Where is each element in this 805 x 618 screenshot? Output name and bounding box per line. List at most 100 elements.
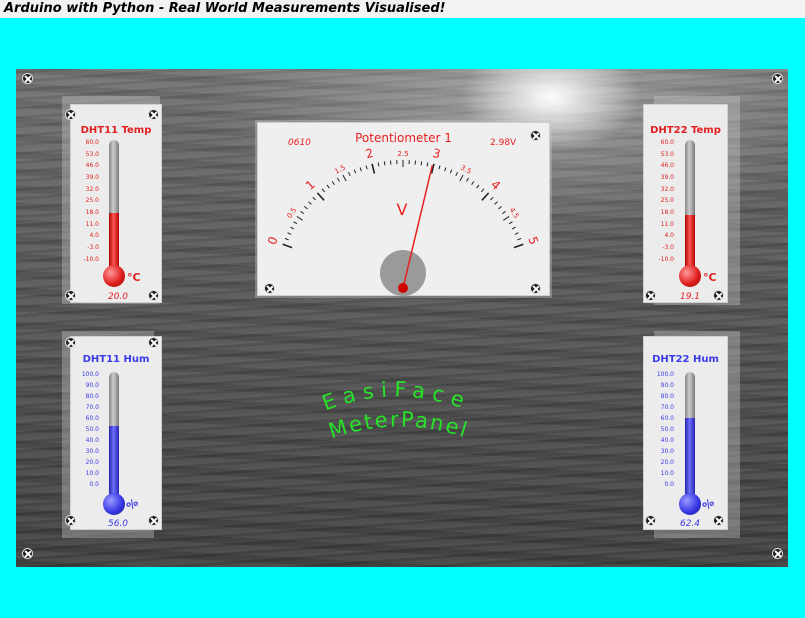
temp-scale: 60.0 53.0 46.0 39.0 32.0 25.0 18.0 11.0 … — [634, 139, 674, 269]
meter-tick — [459, 174, 464, 182]
scale-label: 53.0 — [660, 151, 674, 158]
meter-tick — [455, 171, 458, 177]
logo-line2: MeterPanel — [326, 407, 472, 443]
screw-icon — [65, 109, 76, 120]
thermometer-bulb — [103, 265, 125, 287]
meter-tick — [304, 206, 308, 210]
meter-tick — [293, 221, 298, 225]
meter-tick — [449, 169, 453, 174]
screw-icon — [65, 337, 76, 348]
scale-label: 20.0 — [85, 459, 99, 466]
meter-tick — [365, 165, 368, 170]
scale-label: 18.0 — [660, 209, 674, 216]
meter-tick — [444, 167, 447, 172]
meter-tick — [342, 174, 347, 182]
unit-label: % — [124, 495, 141, 514]
meter-tick — [471, 181, 475, 185]
meter-tick — [308, 201, 312, 205]
meter-tick — [359, 167, 362, 172]
unit-label: °C — [127, 271, 141, 284]
screw-icon — [148, 290, 159, 301]
scale-label: 10.0 — [660, 470, 674, 477]
scale-label: 20.0 — [660, 459, 674, 466]
panel-screw-icon — [22, 73, 33, 84]
meter-scale-label: 0.5 — [285, 206, 298, 220]
scale-label: 46.0 — [85, 162, 99, 169]
meter-tick — [284, 237, 289, 241]
screw-icon — [645, 515, 656, 526]
meter-tick — [290, 226, 295, 230]
window-title: Arduino with Python - Real World Measure… — [4, 1, 446, 16]
hum-level-fill — [109, 426, 119, 495]
meter-tick — [501, 210, 506, 215]
meter-scale-label: 1.5 — [333, 164, 347, 176]
screw-icon — [713, 290, 724, 301]
meter-scale-label: 0 — [265, 235, 281, 247]
meter-tick — [508, 221, 513, 225]
screw-icon — [530, 283, 541, 294]
meter-tick — [287, 232, 292, 235]
meter-tick — [371, 163, 376, 174]
meter-scale-label: 4.5 — [508, 206, 521, 220]
meter-tick — [514, 232, 519, 235]
scale-label: 30.0 — [85, 448, 99, 455]
thermometer-bulb — [103, 493, 125, 515]
scale-label: 11.0 — [660, 221, 674, 228]
screw-icon — [148, 515, 159, 526]
scale-label: -3.0 — [662, 244, 674, 251]
meter-tick — [296, 216, 303, 221]
scale-label: -10.0 — [83, 256, 99, 263]
gauge-readout: 62.4 — [679, 519, 701, 529]
screw-icon — [713, 515, 724, 526]
meter-tick — [498, 206, 502, 210]
scale-label: 60.0 — [660, 415, 674, 422]
scale-label: 4.0 — [89, 232, 99, 239]
scale-label: -10.0 — [658, 256, 674, 263]
temp-level-fill — [109, 213, 119, 268]
meter-dial: 0 1 2 3 4 5 0.5 1.5 2.5 3.5 4.5 V — [265, 146, 541, 296]
screw-icon — [645, 290, 656, 301]
gauge-title: DHT11 Temp — [80, 125, 152, 136]
scale-label: 11.0 — [85, 221, 99, 228]
meter-scale-label: 2 — [364, 146, 375, 161]
meter-tick — [476, 184, 480, 189]
scale-label: 60.0 — [85, 139, 99, 146]
scale-label: 60.0 — [85, 415, 99, 422]
meter-tick — [331, 181, 335, 185]
meter-tick — [438, 165, 441, 170]
screw-icon — [65, 515, 76, 526]
scale-label: 10.0 — [85, 470, 99, 477]
scale-label: 100.0 — [656, 371, 674, 378]
meter-tick — [377, 162, 380, 167]
screw-icon — [148, 337, 159, 348]
screw-icon — [530, 130, 541, 141]
meter-tick — [312, 196, 316, 201]
scale-label: 100.0 — [81, 371, 99, 378]
temp-level-fill — [685, 215, 695, 268]
meter-tick — [480, 188, 485, 193]
panel-screw-icon — [772, 548, 783, 559]
hum-level-fill — [685, 418, 695, 495]
meter-scale-label: 3.5 — [459, 164, 473, 176]
meter-tick — [426, 162, 429, 167]
gauge-title: DHT11 Hum — [82, 354, 150, 365]
scale-label: -3.0 — [87, 244, 99, 251]
gauge-readout: 56.0 — [107, 519, 129, 529]
panel-screw-icon — [22, 548, 33, 559]
meter-tick — [511, 226, 516, 230]
meter-scale-label: 2.5 — [397, 150, 408, 158]
scale-label: 70.0 — [660, 404, 674, 411]
scale-label: 30.0 — [660, 448, 674, 455]
scale-label: 80.0 — [660, 393, 674, 400]
scale-label: 60.0 — [660, 139, 674, 146]
meter-tick — [321, 188, 326, 193]
meter-scale-label: 3 — [431, 146, 442, 161]
screw-icon — [264, 283, 275, 294]
scale-label: 50.0 — [85, 426, 99, 433]
easiface-logo: EasiFace MeterPanel — [319, 377, 472, 443]
scale-label: 18.0 — [85, 209, 99, 216]
panel-screw-icon — [772, 73, 783, 84]
meter-tick — [348, 171, 351, 177]
scale-label: 4.0 — [664, 232, 674, 239]
thermometer-bulb — [679, 493, 701, 515]
